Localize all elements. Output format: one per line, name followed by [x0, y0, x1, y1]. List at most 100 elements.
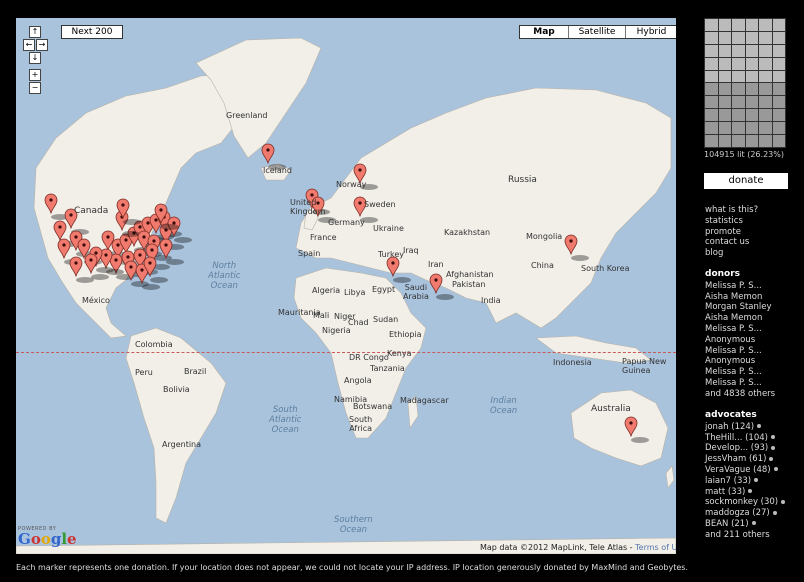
map-type-satellite-button[interactable]: Satellite	[568, 26, 625, 38]
marker-dot	[49, 198, 53, 202]
marker-dot	[126, 255, 130, 259]
grid-cell	[772, 31, 785, 44]
donor-item[interactable]: Melissa P. S...	[705, 281, 775, 292]
status-dot-icon	[757, 424, 762, 429]
donors-more-link[interactable]: and 4838 others	[705, 389, 775, 400]
contact-us-link[interactable]: contact us	[705, 237, 758, 248]
advocate-item[interactable]: jonah (124)	[705, 422, 785, 433]
label-south-atlantic-ocean: South Atlantic Ocean	[269, 405, 302, 435]
world-map[interactable]: Greenland Iceland Canada United Kingdom …	[16, 18, 676, 554]
marker-shadow	[436, 294, 454, 300]
status-dot-icon	[769, 456, 774, 461]
grid-cell	[772, 70, 785, 83]
pan-left-icon[interactable]: ←	[23, 39, 35, 51]
label-dr-congo: DR Congo	[349, 353, 389, 362]
grid-cell	[745, 31, 758, 44]
grid-cell	[705, 96, 718, 109]
label-afghanistan: Afghanistan	[446, 270, 494, 279]
donor-item[interactable]: Anonymous	[705, 356, 775, 367]
map-type-map-button[interactable]: Map	[520, 26, 568, 38]
donation-marker-icon[interactable]	[429, 273, 443, 295]
pan-down-icon[interactable]: ↓	[29, 52, 41, 64]
grid-cell	[718, 109, 731, 122]
marker-shadow	[123, 219, 141, 225]
advocate-item[interactable]: BEAN (21)	[705, 519, 785, 530]
advocate-item[interactable]: Develop... (93)	[705, 443, 785, 454]
grid-cell	[705, 19, 718, 31]
label-spain: Spain	[298, 249, 321, 258]
grid-cell	[718, 19, 731, 31]
label-indian-ocean: Indian Ocean	[490, 396, 518, 416]
grid-cell	[718, 57, 731, 70]
donor-item[interactable]: Morgan Stanley	[705, 302, 775, 313]
advocate-item[interactable]: VeraVague (48)	[705, 465, 785, 476]
advocate-item[interactable]: sockmonkey (30)	[705, 497, 786, 508]
grid-cell	[732, 31, 745, 44]
label-algeria: Algeria	[312, 286, 341, 295]
grid-cell	[759, 83, 772, 96]
promote-link[interactable]: promote	[705, 227, 758, 238]
progress-grid	[704, 18, 786, 148]
grid-cell	[745, 70, 758, 83]
grid-cell	[745, 135, 758, 147]
donate-button[interactable]: donate	[704, 173, 788, 189]
pan-right-icon[interactable]: →	[36, 39, 48, 51]
status-dot-icon	[748, 489, 753, 494]
grid-cell	[732, 57, 745, 70]
advocate-item[interactable]: maddogza (27)	[705, 508, 785, 519]
advocate-name: matt (33)	[705, 486, 746, 497]
zoom-out-icon[interactable]: −	[29, 82, 41, 94]
grid-cell	[759, 109, 772, 122]
marker-dot	[89, 258, 93, 262]
advocate-item[interactable]: JessVham (61)	[705, 454, 785, 465]
label-norway: Norway	[336, 180, 367, 189]
marker-dot	[164, 243, 168, 247]
grid-cell	[745, 19, 758, 31]
pan-up-icon[interactable]: ↑	[29, 26, 41, 38]
blog-link[interactable]: blog	[705, 248, 758, 259]
label-kenya: Kenya	[387, 349, 412, 358]
grid-cell	[705, 44, 718, 57]
donor-item[interactable]: Melissa P. S...	[705, 367, 775, 378]
terms-of-use-link[interactable]: Terms of Use	[635, 543, 676, 552]
grid-cell	[772, 19, 785, 31]
info-links: what is this? statistics promote contact…	[705, 205, 758, 259]
donor-item[interactable]: Aisha Memon	[705, 313, 775, 324]
advocate-item[interactable]: TheHill... (104)	[705, 433, 785, 444]
donor-item[interactable]: Anonymous	[705, 335, 775, 346]
next-200-button[interactable]: Next 200	[61, 25, 123, 39]
grid-cell	[772, 122, 785, 135]
google-logo[interactable]: POWERED BY Google	[18, 526, 77, 547]
what-is-this-link[interactable]: what is this?	[705, 205, 758, 216]
donor-item[interactable]: Melissa P. S...	[705, 378, 775, 389]
donor-item[interactable]: Aisha Memon	[705, 292, 775, 303]
zoom-in-icon[interactable]: +	[29, 69, 41, 81]
status-dot-icon	[754, 478, 759, 483]
donor-item[interactable]: Melissa P. S...	[705, 324, 775, 335]
label-argentina: Argentina	[162, 440, 202, 449]
label-chad: Chad	[348, 318, 369, 327]
marker-dot	[148, 261, 152, 265]
marker-shadow	[631, 437, 649, 443]
marker-dot	[172, 221, 176, 225]
map-type-hybrid-button[interactable]: Hybrid	[625, 26, 676, 38]
donor-item[interactable]: Melissa P. S...	[705, 346, 775, 357]
donation-marker-icon[interactable]	[261, 143, 275, 165]
advocate-name: JessVham (61)	[705, 454, 767, 465]
advocate-name: maddogza (27)	[705, 508, 770, 519]
advocate-item[interactable]: laian7 (33)	[705, 476, 785, 487]
label-tanzania: Tanzania	[370, 364, 405, 373]
grid-cell	[759, 57, 772, 70]
marker-dot	[569, 239, 573, 243]
advocate-name: TheHill... (104)	[705, 432, 768, 443]
advocates-more-link[interactable]: and 211 others	[705, 530, 785, 541]
statistics-link[interactable]: statistics	[705, 216, 758, 227]
map-type-control: Map Satellite Hybrid	[519, 25, 676, 39]
marker-dot	[106, 235, 110, 239]
marker-shadow	[174, 237, 192, 243]
marker-dot	[116, 243, 120, 247]
advocate-item[interactable]: matt (33)	[705, 487, 785, 498]
label-saudi-arabia: Saudi Arabia	[403, 283, 429, 301]
marker-dot	[69, 213, 73, 217]
label-north-atlantic-ocean: North Atlantic Ocean	[208, 261, 241, 291]
